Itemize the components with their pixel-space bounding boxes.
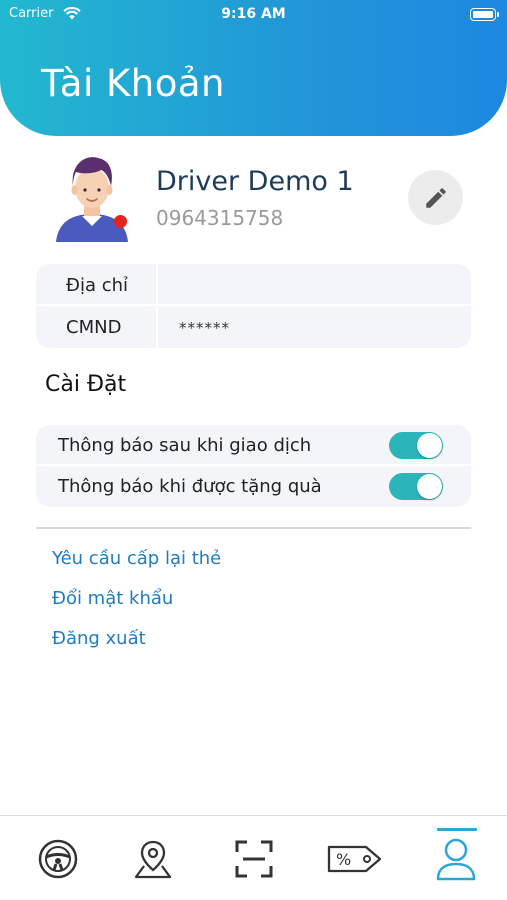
tab-scan[interactable] bbox=[203, 816, 304, 900]
change-password-link[interactable]: Đổi mật khẩu bbox=[52, 588, 173, 609]
profile-phone: 0964315758 bbox=[156, 206, 284, 230]
info-table: Địa chỉ CMND ****** bbox=[36, 264, 471, 348]
id-number-value: ****** bbox=[179, 319, 230, 337]
tab-bar: % bbox=[0, 815, 507, 900]
toggle-knob bbox=[417, 433, 442, 458]
settings-title: Cài Đặt bbox=[45, 372, 127, 397]
id-number-label: CMND bbox=[66, 317, 122, 338]
pencil-icon bbox=[425, 187, 446, 208]
page-title: Tài Khoản bbox=[41, 62, 225, 105]
status-bar: Carrier 9:16 AM bbox=[0, 4, 507, 26]
discount-tag-icon: % bbox=[327, 845, 381, 872]
setting-label: Thông báo khi được tặng quà bbox=[58, 476, 322, 497]
status-dot bbox=[114, 215, 127, 228]
status-time: 9:16 AM bbox=[221, 6, 286, 22]
avatar[interactable] bbox=[52, 150, 132, 242]
active-tab-indicator bbox=[437, 828, 477, 831]
setting-label: Thông báo sau khi giao dịch bbox=[58, 435, 312, 456]
battery-icon bbox=[470, 8, 499, 21]
header: Carrier 9:16 AM Tài Khoản bbox=[0, 0, 507, 136]
tab-steering[interactable] bbox=[7, 816, 108, 900]
map-pin-icon bbox=[134, 840, 171, 878]
gift-notification-toggle[interactable] bbox=[389, 473, 443, 500]
steering-wheel-icon bbox=[38, 839, 77, 878]
toggle-knob bbox=[417, 474, 442, 499]
setting-row-transaction-notification: Thông báo sau khi giao dịch bbox=[36, 425, 471, 466]
settings-table: Thông báo sau khi giao dịch Thông báo kh… bbox=[36, 425, 471, 507]
transaction-notification-toggle[interactable] bbox=[389, 432, 443, 459]
scan-icon bbox=[235, 840, 272, 877]
info-row-address[interactable]: Địa chỉ bbox=[36, 264, 471, 306]
svg-text:%: % bbox=[336, 850, 351, 869]
tab-promotions[interactable]: % bbox=[304, 816, 405, 900]
profile-name: Driver Demo 1 bbox=[156, 166, 354, 197]
divider bbox=[36, 527, 471, 529]
tab-map[interactable] bbox=[102, 816, 203, 900]
edit-profile-button[interactable] bbox=[408, 170, 463, 225]
setting-row-gift-notification: Thông báo khi được tặng quà bbox=[36, 466, 471, 507]
reissue-card-link[interactable]: Yêu cầu cấp lại thẻ bbox=[52, 548, 221, 569]
info-row-id-number[interactable]: CMND ****** bbox=[36, 306, 471, 348]
user-icon bbox=[436, 838, 475, 880]
logout-link[interactable]: Đăng xuất bbox=[52, 628, 146, 649]
address-label: Địa chỉ bbox=[66, 275, 129, 296]
